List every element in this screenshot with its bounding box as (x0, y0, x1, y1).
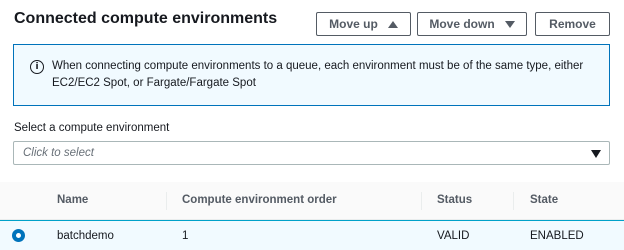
column-header-name[interactable]: Name (57, 194, 88, 206)
triangle-down-icon (504, 20, 515, 28)
cell-status: VALID (437, 230, 470, 242)
row-radio-button[interactable] (12, 229, 25, 242)
info-alert: i When connecting compute environments t… (13, 44, 610, 106)
column-divider (421, 192, 422, 210)
column-divider (513, 192, 514, 210)
alert-message: When connecting compute environments to … (52, 60, 584, 89)
cell-order: 1 (182, 230, 189, 242)
remove-button[interactable]: Remove (535, 12, 610, 36)
move-down-label: Move down (429, 17, 495, 31)
table-header: Name Compute environment order Status St… (0, 182, 624, 220)
column-header-state[interactable]: State (530, 194, 558, 206)
caret-down-icon (591, 150, 601, 158)
select-placeholder: Click to select (23, 147, 94, 159)
column-header-order[interactable]: Compute environment order (182, 194, 337, 206)
move-down-button[interactable]: Move down (417, 12, 527, 36)
column-header-status[interactable]: Status (437, 194, 472, 206)
compute-environment-select[interactable]: Click to select (13, 141, 610, 165)
triangle-up-icon (387, 20, 398, 28)
panel-title: Connected compute environments (14, 10, 278, 27)
compute-environments-panel: Connected compute environments Move up M… (0, 0, 624, 250)
remove-label: Remove (549, 17, 596, 31)
select-label: Select a compute environment (14, 122, 170, 134)
panel-header: Connected compute environments Move up M… (0, 0, 624, 44)
info-icon: i (30, 60, 44, 74)
move-up-button[interactable]: Move up (316, 12, 411, 36)
cell-name: batchdemo (57, 230, 114, 242)
cell-state: ENABLED (530, 230, 584, 242)
table-row[interactable]: batchdemo 1 VALID ENABLED (0, 220, 624, 250)
column-divider (166, 192, 167, 210)
move-up-label: Move up (329, 17, 378, 31)
